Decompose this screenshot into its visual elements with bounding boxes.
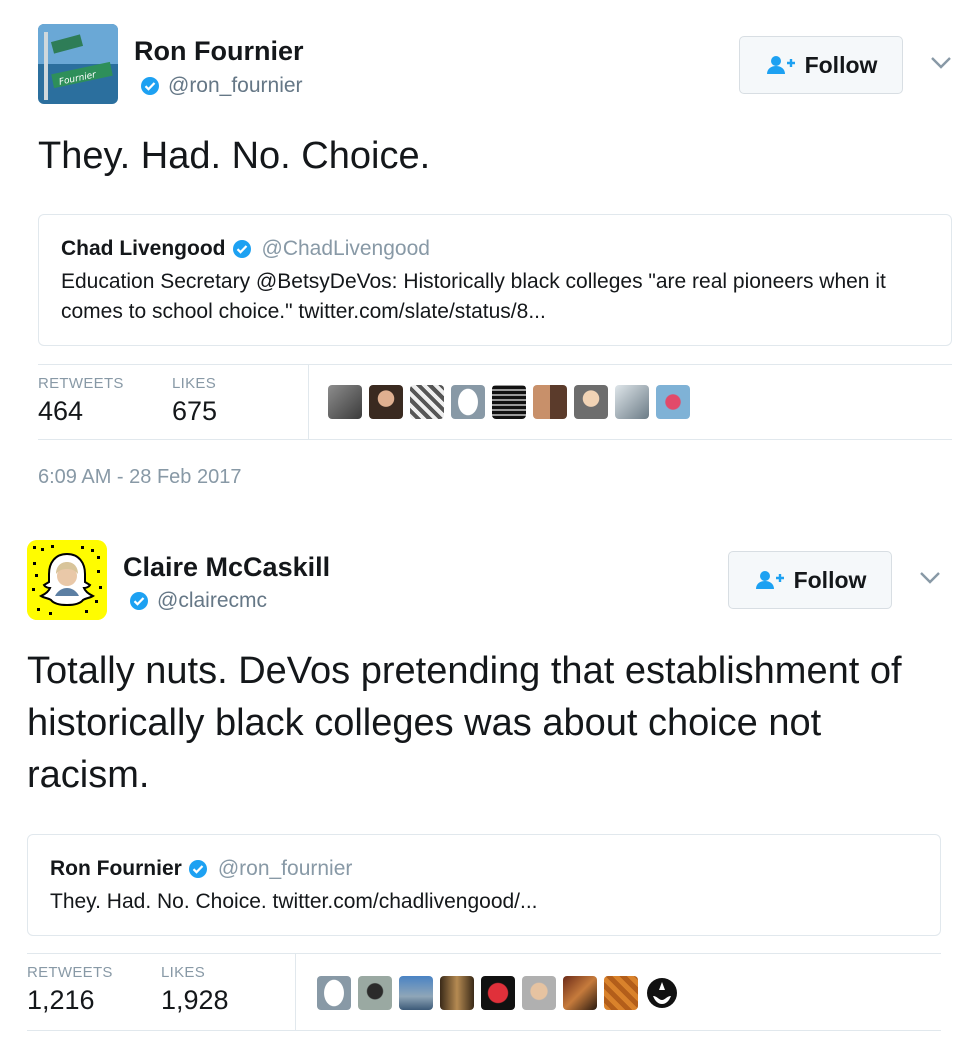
liker-avatars <box>328 385 690 419</box>
avatar[interactable]: Fournier <box>38 24 118 104</box>
display-name[interactable]: Claire McCaskill <box>123 552 330 583</box>
verified-badge-icon <box>188 860 207 878</box>
liker-avatar[interactable] <box>615 385 649 419</box>
quoted-display-name: Ron Fournier <box>50 857 182 880</box>
retweets-stat[interactable]: RETWEETS 464 <box>38 375 124 427</box>
liker-avatar[interactable] <box>399 976 433 1010</box>
liker-avatar[interactable] <box>317 976 351 1010</box>
liker-avatars <box>317 976 679 1010</box>
liker-avatar[interactable] <box>522 976 556 1010</box>
liker-avatar[interactable] <box>604 976 638 1010</box>
quoted-text: Education Secretary @BetsyDeVos: Histori… <box>61 270 886 323</box>
follow-label: Follow <box>793 566 867 593</box>
quoted-tweet-header: Ron Fournier @ron_fournier <box>50 857 352 881</box>
chevron-down-icon[interactable] <box>930 56 952 70</box>
follow-button[interactable]: Follow <box>739 36 903 94</box>
tweet-stats: RETWEETS 1,216 LIKES 1,928 <box>27 953 941 1031</box>
liker-avatar[interactable] <box>410 385 444 419</box>
follow-person-plus-icon <box>766 56 795 74</box>
likes-label: LIKES <box>161 964 206 981</box>
quoted-tweet-header: Chad Livengood @ChadLivengood <box>61 237 430 261</box>
handle-text: @clairecmc <box>157 589 267 612</box>
verified-badge-icon <box>130 592 148 610</box>
liker-avatar[interactable] <box>656 385 690 419</box>
retweets-count: 1,216 <box>27 985 95 1015</box>
quoted-handle: @ChadLivengood <box>261 237 430 260</box>
stats-divider <box>308 365 309 439</box>
retweets-label: RETWEETS <box>38 375 124 392</box>
likes-label: LIKES <box>172 375 217 392</box>
quoted-display-name: Chad Livengood <box>61 237 226 260</box>
tweet-text: They. Had. No. Choice. <box>38 135 431 177</box>
quoted-tweet[interactable]: Ron Fournier @ron_fournier They. Had. No… <box>27 834 941 936</box>
liker-avatar[interactable] <box>451 385 485 419</box>
stats-divider <box>295 954 296 1030</box>
liker-avatar[interactable] <box>533 385 567 419</box>
user-handle[interactable]: @clairecmc <box>129 589 267 613</box>
handle-text: @ron_fournier <box>168 74 303 97</box>
follow-button[interactable]: Follow <box>728 551 892 609</box>
liker-avatar[interactable] <box>492 385 526 419</box>
liker-avatar[interactable] <box>328 385 362 419</box>
liker-avatar[interactable] <box>369 385 403 419</box>
likes-count: 1,928 <box>161 985 229 1015</box>
retweets-label: RETWEETS <box>27 964 113 981</box>
timestamp[interactable]: 6:09 AM - 28 Feb 2017 <box>38 466 241 489</box>
retweets-stat[interactable]: RETWEETS 1,216 <box>27 964 113 1016</box>
follow-label: Follow <box>804 51 878 78</box>
liker-avatar[interactable] <box>358 976 392 1010</box>
avatar[interactable] <box>27 540 107 620</box>
display-name[interactable]: Ron Fournier <box>134 36 304 67</box>
quoted-text: They. Had. No. Choice. twitter.com/chadl… <box>50 890 538 913</box>
user-handle[interactable]: @ron_fournier <box>140 74 303 98</box>
quoted-tweet[interactable]: Chad Livengood @ChadLivengood Education … <box>38 214 952 346</box>
liker-avatar[interactable] <box>440 976 474 1010</box>
tweet-text: Totally nuts. DeVos pretending that esta… <box>27 650 902 796</box>
quoted-handle: @ron_fournier <box>217 857 353 880</box>
liker-avatar[interactable] <box>645 976 679 1010</box>
retweets-count: 464 <box>38 396 84 426</box>
likes-count: 675 <box>172 396 218 426</box>
liker-avatar[interactable] <box>563 976 597 1010</box>
verified-badge-icon <box>141 77 159 95</box>
follow-person-plus-icon <box>755 571 784 589</box>
likes-stat[interactable]: LIKES 1,928 <box>161 964 229 1016</box>
liker-avatar[interactable] <box>481 976 515 1010</box>
likes-stat[interactable]: LIKES 675 <box>172 375 217 427</box>
chevron-down-icon[interactable] <box>919 571 941 585</box>
verified-badge-icon <box>232 240 251 258</box>
tweet-stats: RETWEETS 464 LIKES 675 <box>38 364 952 440</box>
liker-avatar[interactable] <box>574 385 608 419</box>
